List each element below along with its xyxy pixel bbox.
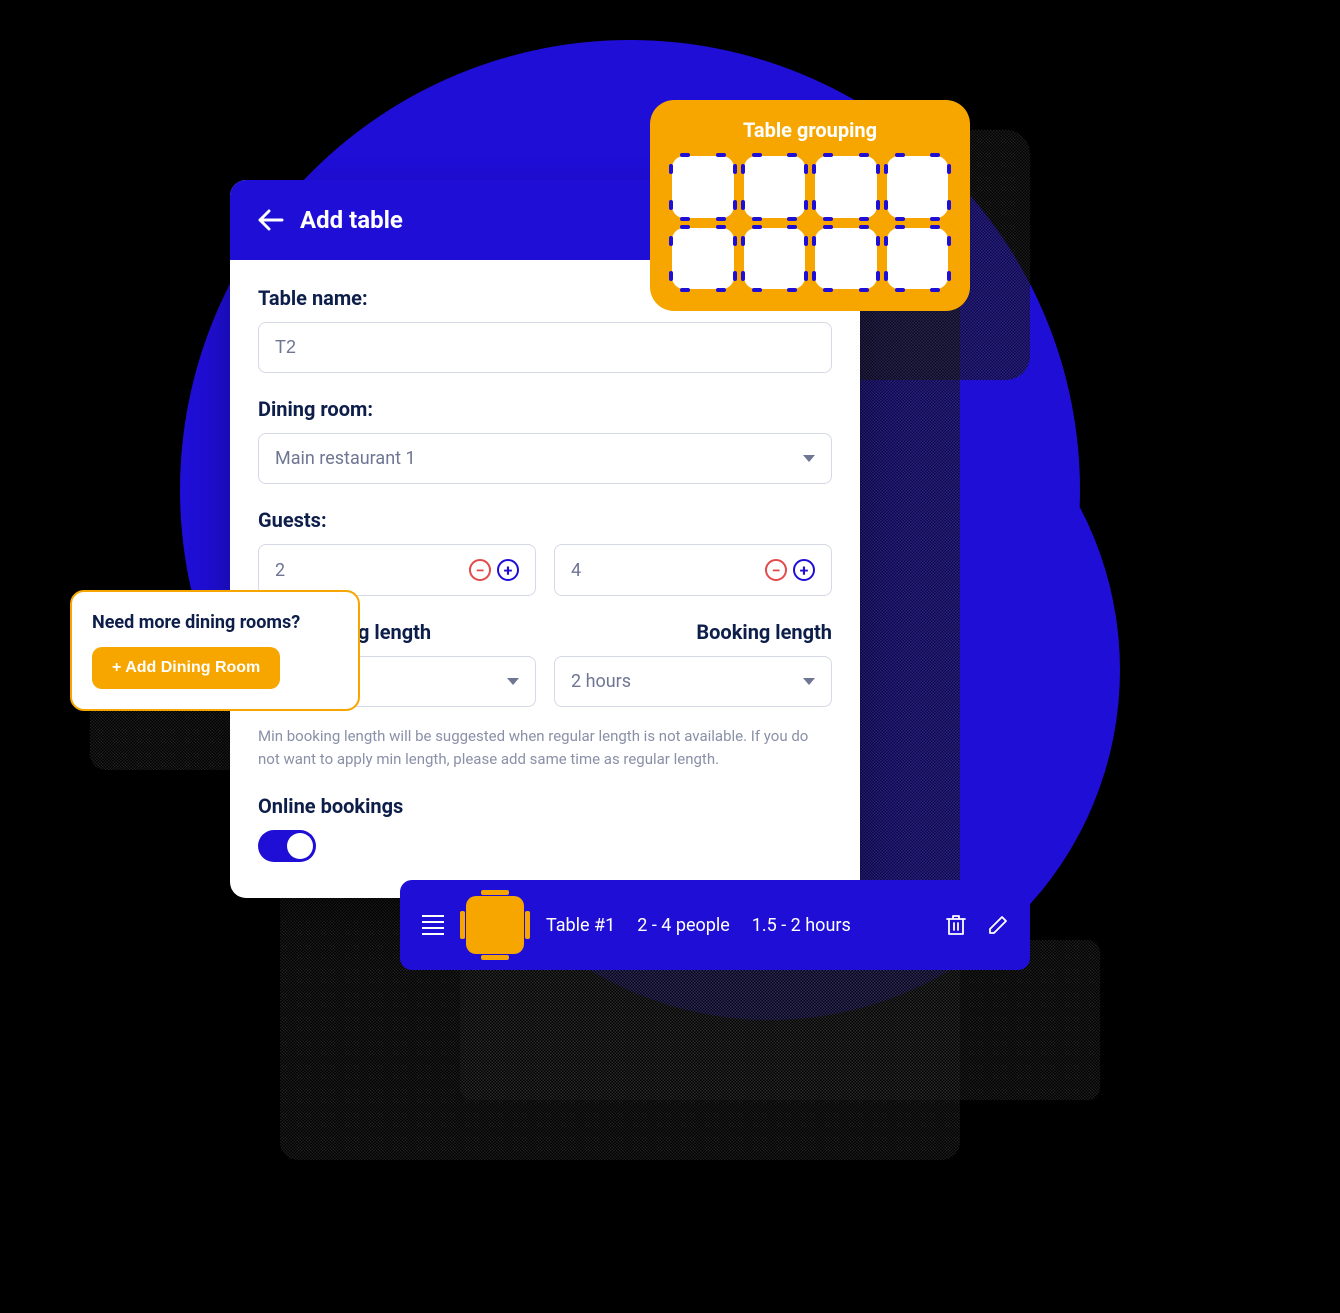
table-grouping-card: Table grouping [650, 100, 970, 311]
table-tile[interactable] [744, 156, 806, 218]
minus-icon[interactable]: − [469, 559, 491, 581]
edit-icon[interactable] [988, 915, 1008, 935]
booking-helper-text: Min booking length will be suggested whe… [258, 725, 832, 770]
dining-room-select[interactable]: Main restaurant 1 [258, 433, 832, 484]
online-bookings-toggle[interactable] [258, 830, 316, 862]
booking-length-label: Booking length [554, 620, 832, 644]
delete-icon[interactable] [946, 914, 966, 936]
chevron-down-icon [507, 678, 519, 685]
table-tile[interactable] [672, 228, 734, 290]
guests-min-stepper: 2 − + [258, 544, 536, 596]
table-icon [466, 896, 524, 954]
need-more-rooms-title: Need more dining rooms? [92, 612, 338, 633]
guests-min-value: 2 [275, 560, 285, 581]
back-arrow-icon[interactable] [258, 209, 284, 231]
table-tile[interactable] [744, 228, 806, 290]
plus-icon[interactable]: + [497, 559, 519, 581]
table-tile[interactable] [887, 156, 949, 218]
table-tile[interactable] [815, 228, 877, 290]
table-name-input[interactable] [258, 322, 832, 373]
table-tile[interactable] [815, 156, 877, 218]
booking-length-value: 2 hours [571, 671, 631, 692]
drag-handle-icon[interactable] [422, 915, 444, 935]
add-dining-room-button[interactable]: + Add Dining Room [92, 647, 280, 689]
guests-max-value: 4 [571, 560, 581, 581]
chevron-down-icon [803, 455, 815, 462]
summary-duration: 1.5 - 2 hours [752, 915, 851, 936]
plus-icon[interactable]: + [793, 559, 815, 581]
summary-table-name: Table #1 [546, 915, 615, 936]
need-more-rooms-card: Need more dining rooms? + Add Dining Roo… [70, 590, 360, 711]
dining-room-label: Dining room: [258, 397, 832, 421]
summary-people: 2 - 4 people [637, 915, 730, 936]
table-tile[interactable] [672, 156, 734, 218]
panel-title: Add table [300, 206, 403, 234]
guests-max-stepper: 4 − + [554, 544, 832, 596]
table-grouping-title: Table grouping [672, 118, 948, 142]
booking-length-select[interactable]: 2 hours [554, 656, 832, 707]
guests-label: Guests: [258, 508, 832, 532]
dining-room-value: Main restaurant 1 [275, 448, 416, 469]
table-grouping-grid [672, 156, 948, 289]
chevron-down-icon [803, 678, 815, 685]
table-summary-bar: Table #1 2 - 4 people 1.5 - 2 hours [400, 880, 1030, 970]
table-tile[interactable] [887, 228, 949, 290]
minus-icon[interactable]: − [765, 559, 787, 581]
online-bookings-label: Online bookings [258, 794, 832, 818]
